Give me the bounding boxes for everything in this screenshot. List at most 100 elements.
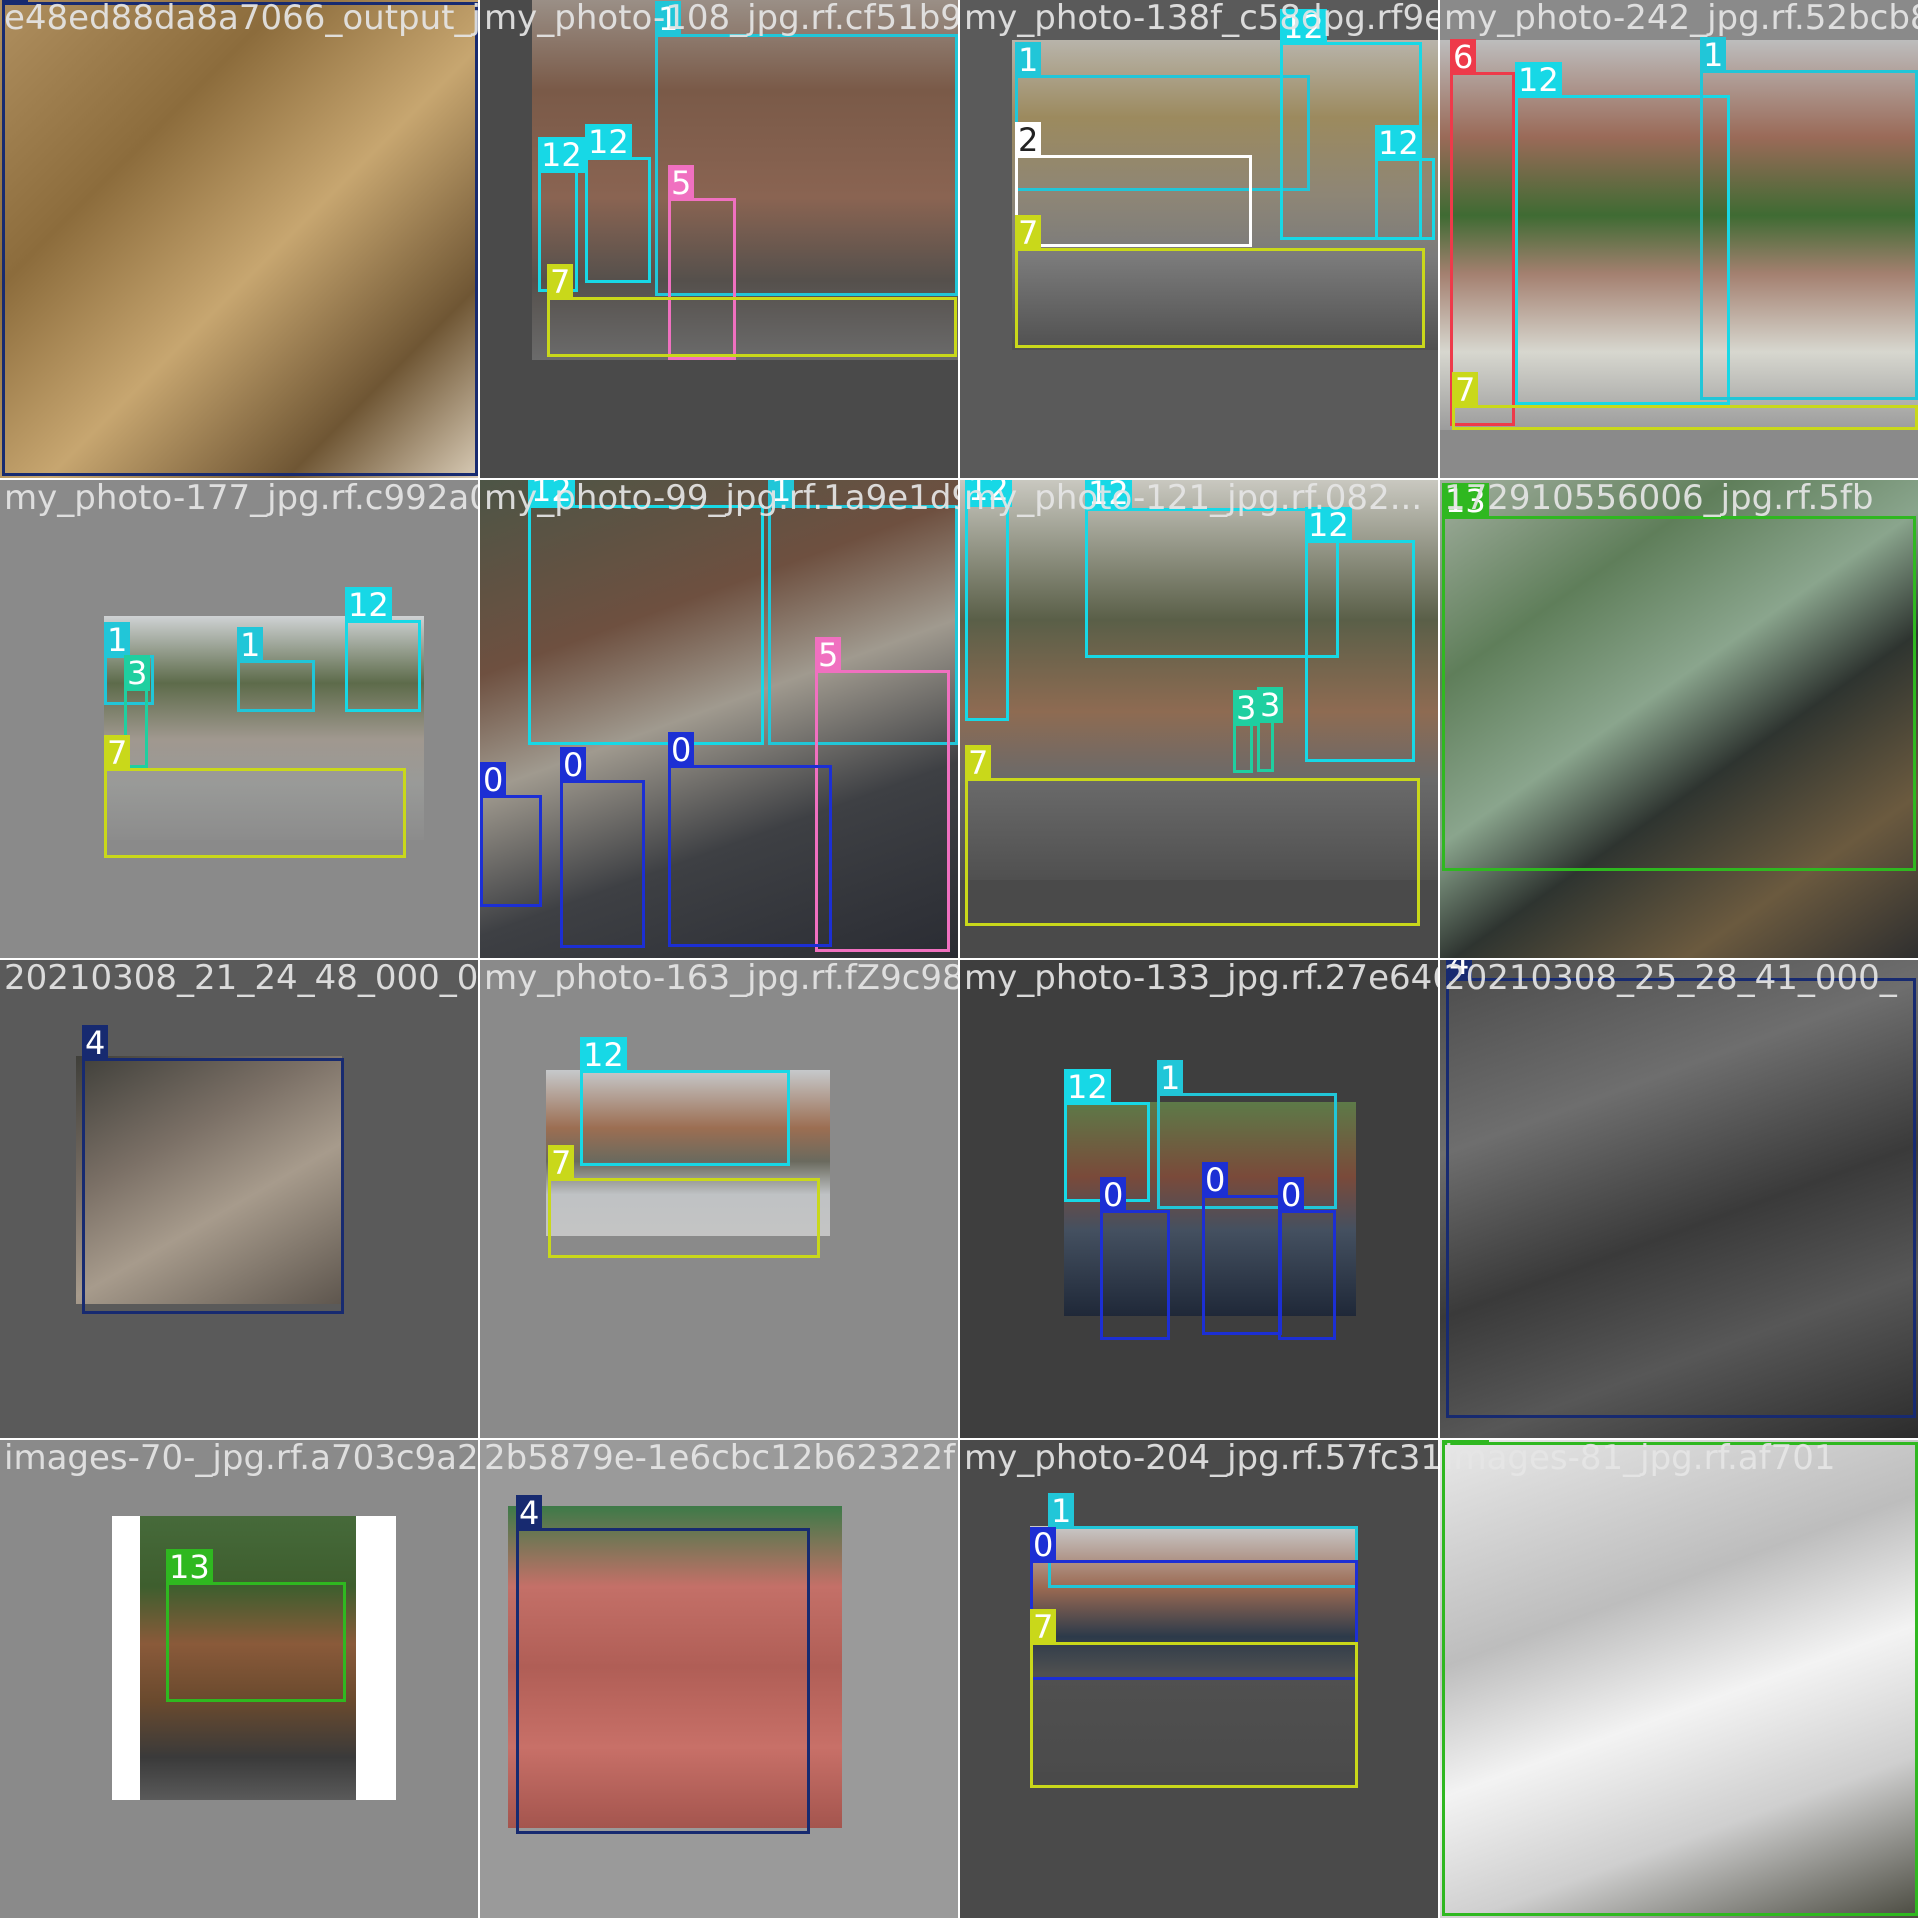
bbox-class-3: 3 [1233,690,1260,773]
bbox-class-12: 12 [1375,125,1435,240]
class-label: 4 [516,1495,543,1531]
tile-guardrail-curve: 13 images-70-_jpg.rf.a703c9a2e [0,1440,478,1918]
tile-red-stairs: 4 2b5879e-1e6cbc12b62322fb [480,1440,958,1918]
bbox-class-1: 1 [1700,37,1918,400]
class-label: 12 [1305,507,1352,543]
class-label: 1 [1048,1493,1075,1529]
class-label: 1 [237,627,264,663]
class-label: 12 [1064,1069,1111,1105]
class-label: 4 [2,0,29,5]
bbox-class-12: 12 [1305,507,1415,762]
class-label: 12 [580,1037,627,1073]
bbox-class-1: 1 [237,627,315,712]
tile-guardrail: 13 172910556006_jpg.rf.5fb [1440,480,1918,958]
class-label: 12 [965,480,1012,507]
detection-mosaic: 4e48ed88da8a7066_output_jpg.rf.41b09...1… [0,0,1920,1920]
image-filename: my_photo-177_jpg.rf.c992a0c... [4,480,478,518]
bbox-class-12: 12 [965,480,1012,721]
class-label: 12 [345,587,392,623]
tile-parked-car-building: 1 12 12 2 7 my_photo-138f_c58dpg.rf9e65c70... [960,0,1438,478]
class-label: 7 [547,264,574,300]
class-label: 0 [480,762,507,798]
bbox-class-0: 0 [1202,1162,1282,1335]
class-label: 3 [124,655,151,691]
class-label: 1 [655,1,682,37]
grid-divider-vertical [1438,0,1440,1920]
class-label: 12 [1280,9,1327,45]
class-label: 0 [560,747,587,783]
tile-scooters-building: 12 1 5 0 0 0 my_photo-99_jpg.rf.1a9e1d9... [480,480,958,958]
bbox-class-12: 12 [1085,480,1339,658]
class-label: 13 [166,1549,213,1585]
bbox-class-7: 7 [1452,372,1918,430]
bbox-class-0: 0 [1100,1177,1170,1340]
grid-divider-vertical [958,0,960,1920]
class-label: 12 [1085,480,1132,511]
image-filename: my_photo-242_jpg.rf.52bcb87 [1444,0,1918,38]
image-filename: my_photo-204_jpg.rf.57fc31 [964,1440,1438,1478]
class-label: 4 [82,1025,109,1061]
class-label: 7 [1030,1609,1057,1645]
bbox-class-13: 13 [1442,483,1916,871]
class-label: 4 [1446,960,1473,981]
class-label: 1 [1157,1060,1184,1096]
image-filename: my_photo-133_jpg.rf.27e646c [964,960,1438,998]
class-label: 7 [1015,215,1042,251]
class-label: 0 [668,732,695,768]
class-label: 13 [1442,483,1489,519]
bbox-class-12: 12 [528,480,764,745]
tile-campus-road: 1 1 12 3 7 my_photo-177_jpg.rf.c992a0c... [0,480,478,958]
grid-divider-horizontal [0,478,1920,480]
class-label: 2 [1015,122,1042,158]
bbox-class-3: 3 [1257,687,1284,772]
tile-trees-wall-road: 12 12 12 3 3 7 my_photo-121_jpg.rf.082... [960,480,1438,958]
bbox-class-4: 4 [1446,960,1916,1418]
bbox-class-7: 7 [104,735,406,858]
class-label: 0 [1278,1177,1305,1213]
grid-divider-vertical [478,0,480,1920]
bbox-class-5: 5 [815,637,950,952]
class-label: 12 [1375,125,1422,161]
class-label: 7 [965,745,992,781]
bbox-class-7: 7 [965,745,1420,926]
tile-indoor-staircase: 4e48ed88da8a7066_output_jpg.rf.41b09... [0,0,478,478]
class-label: 1 [1700,37,1727,73]
bbox-class-7: 7 [1030,1609,1358,1788]
image-filename: my_photo-163_jpg.rf.fZ9c98 [484,960,958,998]
class-label: 1 [1015,42,1042,78]
bbox-class-0: 0 [560,747,645,948]
class-label: 1 [104,622,131,658]
bbox-class-0: 0 [668,732,832,947]
class-label: 5 [815,637,842,673]
tile-motorbikes-building: 12 1 0 0 0 my_photo-133_jpg.rf.27e646c [960,960,1438,1438]
bbox-class-0: 0 [1278,1177,1336,1340]
class-label: 12 [585,124,632,160]
grid-divider-horizontal [0,958,1920,960]
class-label: 13 [1442,1440,1489,1445]
tile-floor-with-cloth: 4 20210308_25_28_41_000_ [1440,960,1918,1438]
bbox-class-4: 4 [516,1495,810,1834]
class-label: 12 [538,137,585,173]
bbox-class-1: 1 [1157,1060,1337,1209]
bbox-class-12: 12 [1515,62,1730,405]
tile-motorbike-row: 1 0 7 my_photo-204_jpg.rf.57fc31 [960,1440,1438,1918]
class-label: 3 [1233,690,1260,726]
image-filename: my_photo-138f_c58dpg.rf9e65c70... [964,0,1438,38]
class-label: 6 [1450,39,1477,75]
grid-divider-horizontal [0,1438,1920,1440]
class-label: 12 [528,480,575,508]
bbox-class-12: 12 [580,1037,790,1166]
image-filename: 20210308_21_24_48_000_03EWZf90 [4,960,478,998]
tile-dark-staircase: 4 20210308_21_24_48_000_03EWZf90 [0,960,478,1438]
class-label: 7 [548,1145,575,1181]
bbox-class-13: 13 [1442,1440,1918,1916]
bbox-class-7: 7 [1015,215,1425,348]
class-label: 7 [104,735,131,771]
bbox-class-4: 4 [82,1025,344,1314]
class-label: 0 [1100,1177,1127,1213]
bbox-class-2: 2 [1015,122,1252,247]
class-label: 1 [768,480,795,508]
class-label: 7 [1452,372,1479,408]
bbox-class-7: 7 [547,264,957,357]
bbox-class-0: 0 [480,762,542,907]
